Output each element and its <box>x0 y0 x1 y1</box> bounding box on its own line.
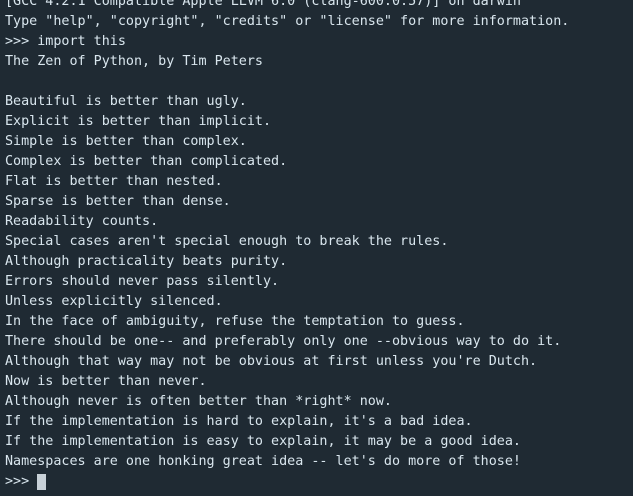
text-cursor[interactable] <box>37 474 47 490</box>
terminal-line: Simple is better than complex. <box>5 134 247 149</box>
terminal-line: [GCC 4.2.1 Compatible Apple LLVM 6.0 (cl… <box>5 0 521 9</box>
terminal-line: Type "help", "copyright", "credits" or "… <box>5 14 570 29</box>
terminal-line: Unless explicitly silenced. <box>5 294 223 309</box>
terminal-line: Now is better than never. <box>5 374 207 389</box>
terminal-line: There should be one-- and preferably onl… <box>5 334 562 349</box>
terminal-line: Explicit is better than implicit. <box>5 114 272 129</box>
terminal-line: Although that way may not be obvious at … <box>5 354 538 369</box>
terminal-line: If the implementation is hard to explain… <box>5 414 473 429</box>
terminal-line: Errors should never pass silently. <box>5 274 280 289</box>
terminal-line: If the implementation is easy to explain… <box>5 434 521 449</box>
terminal-line: Although never is often better than *rig… <box>5 394 392 409</box>
terminal-line: Beautiful is better than ugly. <box>5 94 247 109</box>
terminal-line: Although practicality beats purity. <box>5 254 288 269</box>
terminal-window[interactable]: [GCC 4.2.1 Compatible Apple LLVM 6.0 (cl… <box>0 0 633 490</box>
terminal-line: Readability counts. <box>5 214 159 229</box>
terminal-line: Namespaces are one honking great idea --… <box>5 454 521 469</box>
terminal-line: Complex is better than complicated. <box>5 154 288 169</box>
terminal-line: >>> import this <box>5 34 126 49</box>
terminal-line: Sparse is better than dense. <box>5 194 231 209</box>
python-prompt: >>> <box>5 474 30 489</box>
terminal-line: In the face of ambiguity, refuse the tem… <box>5 314 465 329</box>
input-prompt-row[interactable]: >>> <box>5 472 633 492</box>
terminal-line: The Zen of Python, by Tim Peters <box>5 54 263 69</box>
terminal-line: Special cases aren't special enough to b… <box>5 234 449 249</box>
terminal-line: Flat is better than nested. <box>5 174 223 189</box>
